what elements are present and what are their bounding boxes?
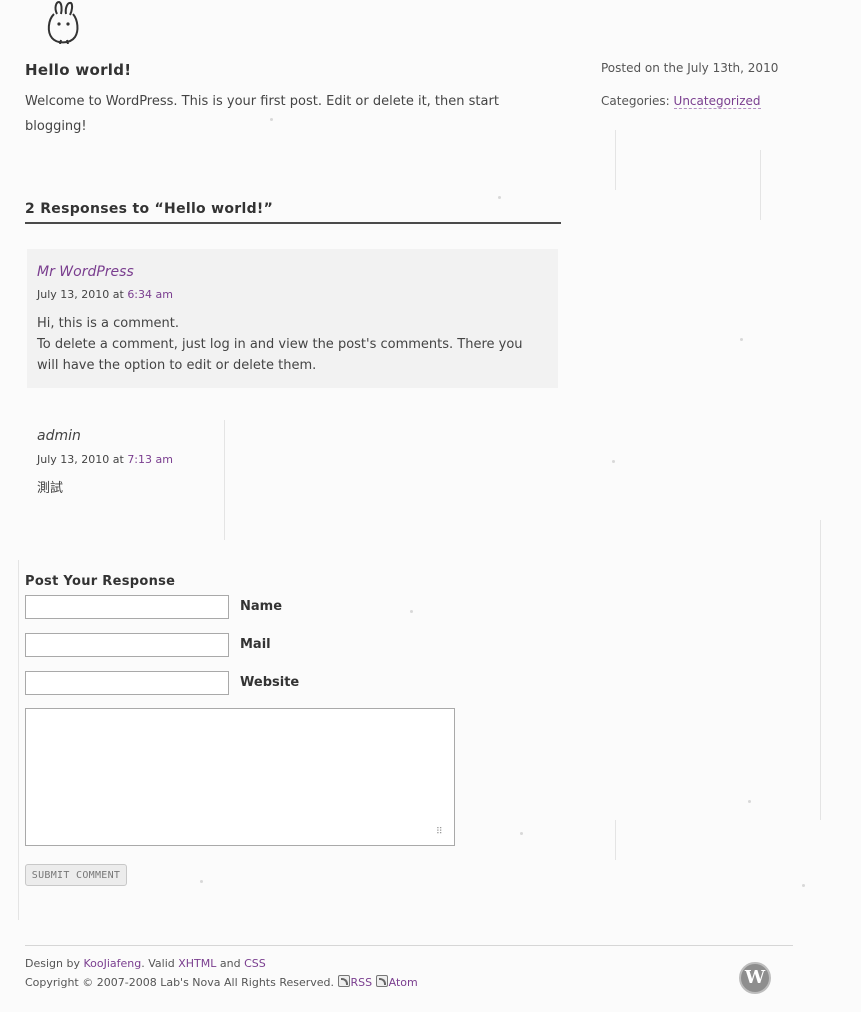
- comment-date: July 13, 2010 at 6:34 am: [37, 288, 548, 301]
- comment-text-line: To delete a comment, just log in and vie…: [37, 337, 523, 373]
- footer-divider: [25, 945, 793, 946]
- name-label: Name: [240, 599, 283, 614]
- background-speck: [410, 610, 413, 613]
- categories-label: Categories:: [601, 94, 674, 108]
- footer-copyright: Copyright © 2007-2008 Lab's Nova All Rig…: [25, 975, 418, 989]
- background-speck: [612, 460, 615, 463]
- mail-input[interactable]: [25, 633, 229, 657]
- comment-item: Mr WordPress July 13, 2010 at 6:34 am Hi…: [27, 249, 558, 388]
- atom-feed-icon: [375, 975, 388, 987]
- website-input[interactable]: [25, 671, 229, 695]
- footer-text: and: [216, 957, 245, 970]
- comment-text-line: Hi, this is a comment.: [37, 316, 180, 331]
- footer-text: . Valid: [141, 957, 179, 970]
- atom-link[interactable]: Atom: [375, 975, 418, 989]
- mail-label: Mail: [240, 637, 271, 652]
- comment-item: admin July 13, 2010 at 7:13 am 測試: [37, 428, 557, 499]
- post-title: Hello world!: [25, 61, 132, 79]
- background-speck: [520, 832, 523, 835]
- background-streak: [615, 820, 616, 860]
- rss-feed-icon: [337, 975, 350, 987]
- background-streak: [820, 520, 821, 820]
- category-link-uncategorized[interactable]: Uncategorized: [673, 94, 761, 109]
- footer-text: Design by: [25, 957, 84, 970]
- comment-date: July 13, 2010 at 7:13 am: [37, 453, 557, 466]
- respond-heading: Post Your Response: [25, 574, 176, 589]
- rss-label: RSS: [350, 976, 373, 989]
- comments-heading: 2 Responses to “Hello world!”: [25, 201, 561, 224]
- copyright-text: Copyright © 2007-2008 Lab's Nova All Rig…: [25, 976, 338, 989]
- comment-text: Hi, this is a comment. To delete a comme…: [37, 313, 548, 376]
- background-streak: [615, 130, 616, 190]
- css-link[interactable]: CSS: [244, 957, 266, 970]
- post-categories: Categories: Uncategorized: [601, 94, 761, 109]
- background-speck: [200, 880, 203, 883]
- comment-author-link[interactable]: Mr WordPress: [37, 264, 134, 280]
- background-streak: [760, 150, 761, 220]
- comment-date-text: July 13, 2010 at: [37, 288, 128, 301]
- comment-author: admin: [37, 428, 81, 444]
- comment-date-text: July 13, 2010 at: [37, 453, 128, 466]
- comment-text: 測試: [37, 481, 64, 496]
- background-streak: [18, 560, 19, 920]
- website-label: Website: [240, 675, 300, 690]
- bunny-logo-icon[interactable]: [44, 0, 84, 44]
- background-speck: [802, 884, 805, 887]
- submit-comment-button[interactable]: SUBMIT COMMENT: [25, 864, 127, 886]
- post-date: Posted on the July 13th, 2010: [601, 61, 779, 75]
- wordpress-logo-icon[interactable]: W: [739, 962, 771, 994]
- footer-credits: Design by KooJiafeng. Valid XHTML and CS…: [25, 957, 266, 970]
- background-speck: [740, 338, 743, 341]
- resize-grip-icon[interactable]: ⠿: [436, 827, 443, 837]
- comment-textarea[interactable]: [25, 708, 455, 846]
- comment-time-link[interactable]: 7:13 am: [127, 453, 173, 466]
- background-speck: [748, 800, 751, 803]
- rss-link[interactable]: RSS: [337, 975, 373, 989]
- name-input[interactable]: [25, 595, 229, 619]
- designer-link[interactable]: KooJiafeng: [83, 957, 141, 970]
- background-speck: [498, 196, 501, 199]
- post-body: Welcome to WordPress. This is your first…: [25, 94, 499, 134]
- xhtml-link[interactable]: XHTML: [178, 957, 216, 970]
- comment-time-link[interactable]: 6:34 am: [127, 288, 173, 301]
- atom-label: Atom: [388, 976, 418, 989]
